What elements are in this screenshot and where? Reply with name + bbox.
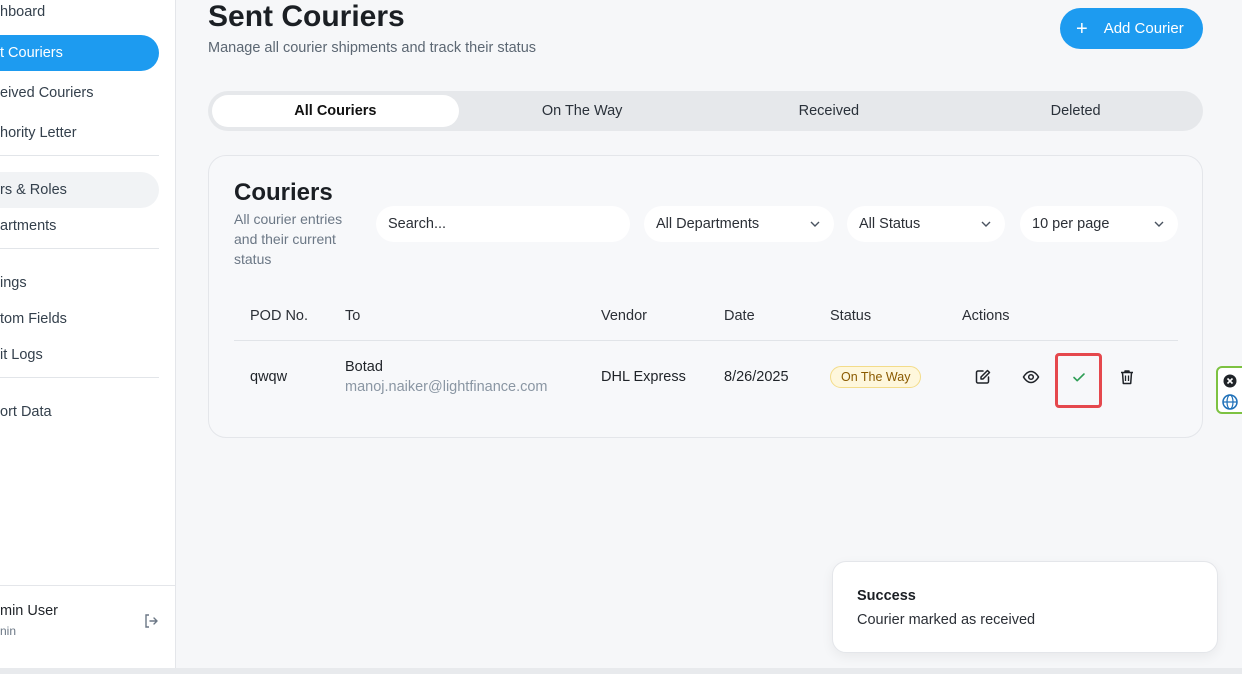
toast-message: Courier marked as received [857,612,1036,628]
date: 8/26/2025 [724,369,789,385]
sidebar-item-authority-letter[interactable]: hority Letter [0,115,159,151]
table-divider [234,340,1178,341]
sidebar-item-export-data[interactable]: ort Data [0,394,159,430]
couriers-card: Couriers All courier entries and their c… [208,155,1203,438]
tab-on-the-way[interactable]: On The Way [459,95,706,127]
sidebar-item-label: rs & Roles [0,182,67,198]
status-filter[interactable]: All Status [847,206,1005,242]
vendor: DHL Express [601,369,686,385]
recipient-name: Botad [345,359,383,375]
sidebar-divider [0,248,159,249]
status-badge: On The Way [830,366,922,388]
page-title: Sent Couriers [208,0,405,33]
sidebar: hboard t Couriers eived Couriers hority … [0,0,176,674]
chevron-down-icon [981,221,991,227]
page-size-select[interactable]: 10 per page [1020,206,1178,242]
tab-received[interactable]: Received [706,95,953,127]
sidebar-item-received-couriers[interactable]: eived Couriers [0,75,159,111]
close-icon[interactable] [1223,374,1237,388]
sidebar-item-departments[interactable]: artments [0,208,159,244]
success-toast: Success Courier marked as received [832,561,1218,653]
sidebar-item-dashboard[interactable]: hboard [0,0,159,30]
sidebar-item-custom-fields[interactable]: tom Fields [0,301,159,337]
column-header: Vendor [601,308,647,324]
add-courier-label: Add Courier [1103,20,1184,37]
status-filter-value: All Status [859,216,921,232]
sidebar-item-users-roles[interactable]: rs & Roles [0,172,159,208]
column-header: Actions [962,308,1010,324]
tab-all-couriers[interactable]: All Couriers [212,95,459,127]
add-courier-button[interactable]: + Add Courier [1060,8,1203,49]
floating-extension-widget[interactable] [1216,366,1242,414]
user-role: nin [0,624,17,638]
bottom-scrollbar-track [0,668,1242,674]
department-filter-value: All Departments [656,216,760,232]
status-tabs: All Couriers On The Way Received Deleted [208,91,1203,131]
chevron-down-icon [1154,221,1164,227]
sidebar-divider [0,377,159,378]
card-title: Couriers [234,179,333,206]
sidebar-divider [0,155,159,156]
page-size-value: 10 per page [1032,216,1110,232]
chevron-down-icon [810,221,820,227]
card-subtitle: All courier entries and their current st… [234,211,343,267]
delete-trash-icon[interactable] [1118,368,1136,386]
pod-number: qwqw [250,369,288,385]
column-header: To [345,308,361,324]
sidebar-item-label: hority Letter [0,125,77,141]
toast-title: Success [857,588,916,604]
sidebar-item-label: ings [0,275,27,291]
tab-deleted[interactable]: Deleted [952,95,1199,127]
plus-icon: + [1076,17,1088,40]
recipient-email: manoj.naiker@lightfinance.com [345,379,548,395]
sidebar-item-label: eived Couriers [0,85,94,101]
column-header: Status [830,308,872,324]
sidebar-item-audit-logs[interactable]: it Logs [0,337,159,373]
edit-icon[interactable] [974,368,992,386]
globe-icon[interactable] [1222,394,1238,410]
sidebar-item-sent-couriers[interactable]: t Couriers [0,35,159,71]
logout-icon[interactable] [143,613,159,629]
user-panel: min User nin [0,585,176,674]
sidebar-item-label: t Couriers [0,45,63,61]
view-icon[interactable] [1022,368,1040,386]
mark-received-check-icon[interactable] [1070,368,1088,386]
sidebar-item-label: artments [0,218,57,234]
sidebar-item-settings[interactable]: ings [0,265,159,301]
page-subtitle: Manage all courier shipments and track t… [208,40,537,56]
column-header: Date [724,308,755,324]
sidebar-item-label: tom Fields [0,311,67,327]
sidebar-item-label: hboard [0,4,46,20]
user-name: min User [0,603,59,619]
column-header: POD No. [250,308,309,324]
sidebar-item-label: ort Data [0,404,52,420]
search-input[interactable] [376,206,630,242]
sidebar-item-label: it Logs [0,347,43,363]
department-filter[interactable]: All Departments [644,206,834,242]
